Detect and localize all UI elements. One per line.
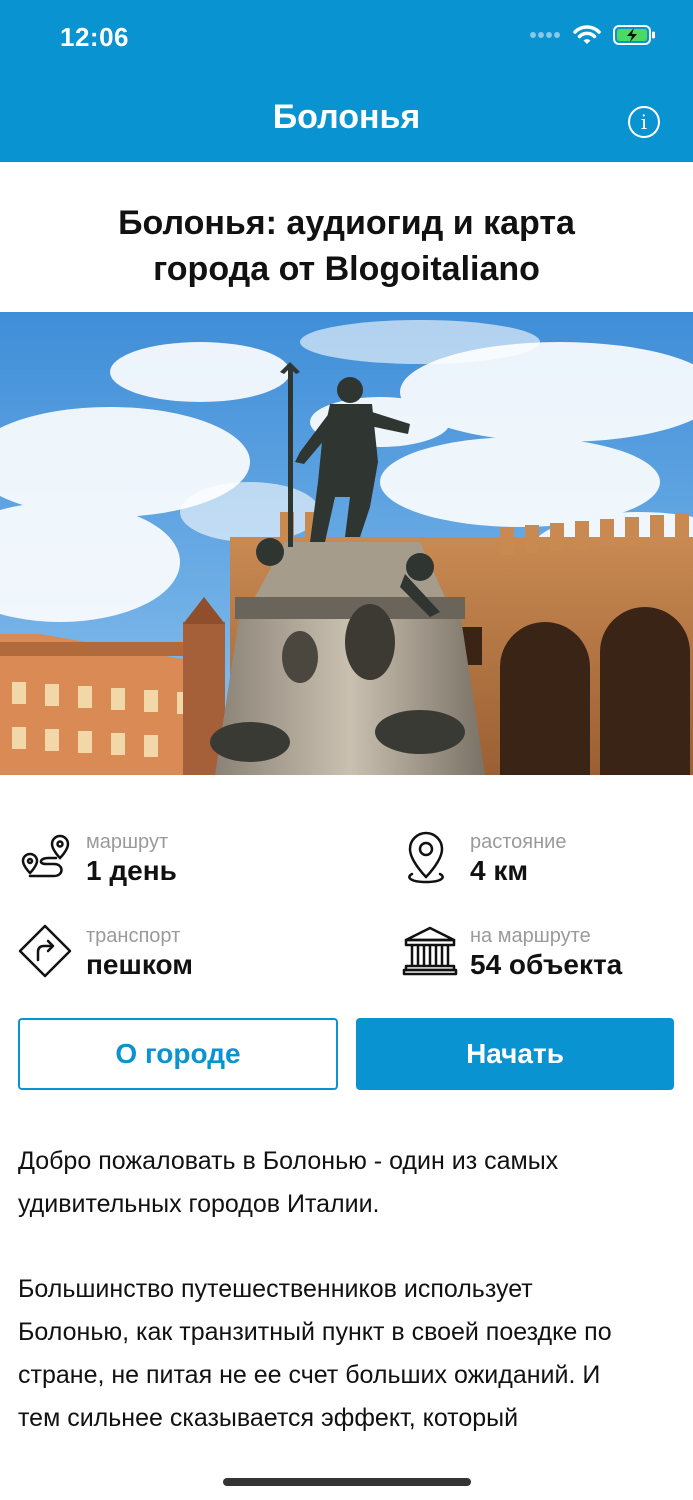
home-indicator[interactable] xyxy=(223,1478,471,1486)
nav-title: Болонья xyxy=(272,98,421,136)
status-icons xyxy=(529,24,657,46)
description-paragraph: Добро пожаловать в Болонью - один из сам… xyxy=(18,1140,668,1226)
neptune-fountain-illustration xyxy=(0,312,693,775)
museum-icon xyxy=(402,926,458,976)
description-line: удивительных городов Италии. xyxy=(18,1190,380,1218)
guide-title-line: Болонья: аудиогид и карта xyxy=(118,204,575,242)
distance-label: растояние xyxy=(470,831,567,853)
route-value: 1 день xyxy=(86,855,177,886)
map-pin-icon xyxy=(408,831,444,884)
transport-value: пешком xyxy=(86,949,193,980)
start-button[interactable]: Начать xyxy=(356,1018,674,1090)
wifi-icon xyxy=(573,25,601,44)
description-line: тем сильнее сказывается эффект, который xyxy=(18,1404,519,1432)
description-paragraph: Большинство путешественников использует … xyxy=(18,1268,668,1440)
direction-sign-icon xyxy=(18,924,72,978)
transport-label: транспорт xyxy=(86,925,181,947)
route-label: маршрут xyxy=(86,831,169,853)
info-icon[interactable]: i xyxy=(628,106,660,138)
guide-title: Болонья: аудиогид и карта города от Blog… xyxy=(40,200,653,292)
description-line: Большинство путешественников использует xyxy=(18,1275,533,1303)
transport-info: транспорт пешком xyxy=(18,924,193,982)
top-bar: 12:06 Болонья i xyxy=(0,0,693,162)
objects-label: на маршруте xyxy=(470,925,591,947)
route-info: маршрут 1 день xyxy=(18,830,177,888)
description-line: Добро пожаловать в Болонью - один из сам… xyxy=(18,1147,559,1175)
guide-title-line: города от Blogoitaliano xyxy=(153,250,540,288)
description-line: стране, не питая не ее счет больших ожид… xyxy=(18,1361,601,1389)
description-line: Болонью, как транзитный пункт в своей по… xyxy=(18,1318,612,1346)
distance-info: растояние 4 км xyxy=(402,830,566,888)
distance-value: 4 км xyxy=(470,855,529,886)
route-icon xyxy=(21,834,70,878)
hero-image xyxy=(0,312,693,775)
battery-icon xyxy=(613,25,655,45)
objects-info: на маршруте 54 объекта xyxy=(402,924,622,982)
about-city-button[interactable]: О городе xyxy=(18,1018,338,1090)
status-time: 12:06 xyxy=(60,22,129,52)
signal-icon xyxy=(530,32,560,38)
objects-value: 54 объекта xyxy=(470,949,623,980)
